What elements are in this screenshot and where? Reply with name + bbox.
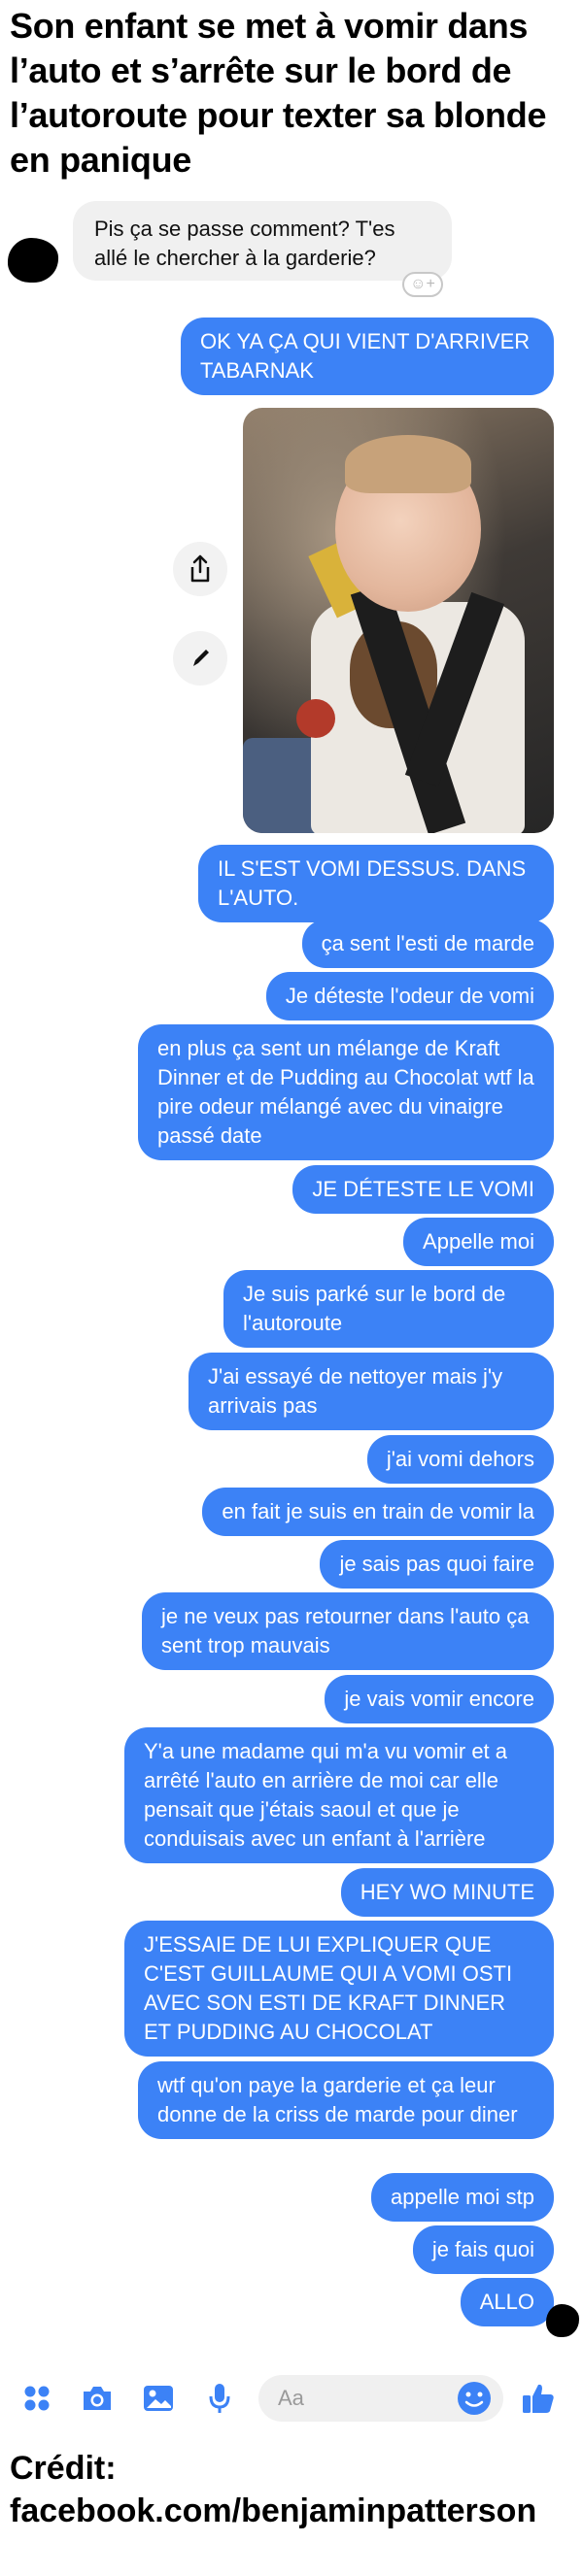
share-icon[interactable] (173, 542, 227, 596)
incoming-message-bubble: Pis ça se passe comment? T'es allé le ch… (73, 201, 452, 281)
microphone-icon[interactable] (200, 2379, 239, 2418)
outgoing-message-5: en plus ça sent un mélange de Kraft Dinn… (138, 1024, 554, 1160)
outgoing-message-7: Appelle moi (403, 1218, 554, 1266)
outgoing-message-8: Je suis parké sur le bord de l'autoroute (223, 1270, 554, 1348)
outgoing-message-10: j'ai vomi dehors (366, 1435, 554, 1484)
outgoing-message-19: appelle moi stp (371, 2173, 554, 2222)
outgoing-message-18: wtf qu'on paye la garderie et ça leur do… (138, 2061, 554, 2139)
outgoing-message-21: ALLO (460, 2278, 554, 2326)
outgoing-message-17: J'ESSAIE DE LUI EXPLIQUER QUE C'EST GUIL… (124, 1921, 554, 2057)
sent-photo[interactable] (243, 408, 554, 833)
outgoing-message-20: je fais quoi (412, 2225, 554, 2274)
credit-label: Crédit: (10, 2450, 117, 2487)
outgoing-message-6: JE DÉTESTE LE VOMI (292, 1165, 554, 1214)
outgoing-message-1: OK YA ÇA QUI VIENT D'ARRIVER TABARNAK (181, 318, 554, 395)
read-receipt-avatar-redacted (546, 2304, 579, 2337)
outgoing-message-14: je vais vomir encore (325, 1675, 554, 1723)
outgoing-message-11: en fait je suis en train de vomir la (202, 1488, 554, 1536)
contact-avatar-redacted (8, 238, 58, 283)
message-composer: Aa (0, 2361, 583, 2435)
outgoing-message-2: IL S'EST VOMI DESSUS. DANS L'AUTO. (198, 845, 554, 922)
credit-block: Crédit: facebook.com/benjaminpatterson (10, 2447, 583, 2532)
outgoing-message-15: Y'a une madame qui m'a vu vomir et a arr… (124, 1727, 554, 1863)
thumbs-up-icon[interactable] (519, 2379, 558, 2418)
outgoing-message-16: HEY WO MINUTE (340, 1868, 554, 1917)
credit-source: facebook.com/benjaminpatterson (10, 2492, 537, 2529)
gallery-icon[interactable] (139, 2379, 178, 2418)
add-reaction-icon[interactable]: ☺+ (402, 272, 443, 297)
camera-icon[interactable] (78, 2379, 117, 2418)
outgoing-message-3: ça sent l'esti de marde (301, 920, 554, 968)
emoji-icon[interactable] (455, 2379, 494, 2418)
outgoing-message-9: J'ai essayé de nettoyer mais j'y arrivai… (189, 1353, 554, 1430)
headline: Son enfant se met à vomir dans l’auto et… (10, 6, 547, 180)
edit-pencil-icon[interactable] (173, 631, 227, 686)
outgoing-message-13: je ne veux pas retourner dans l'auto ça … (142, 1592, 554, 1670)
outgoing-message-4: Je déteste l'odeur de vomi (265, 972, 554, 1020)
outgoing-message-12: je sais pas quoi faire (320, 1540, 554, 1589)
apps-icon[interactable] (17, 2379, 56, 2418)
